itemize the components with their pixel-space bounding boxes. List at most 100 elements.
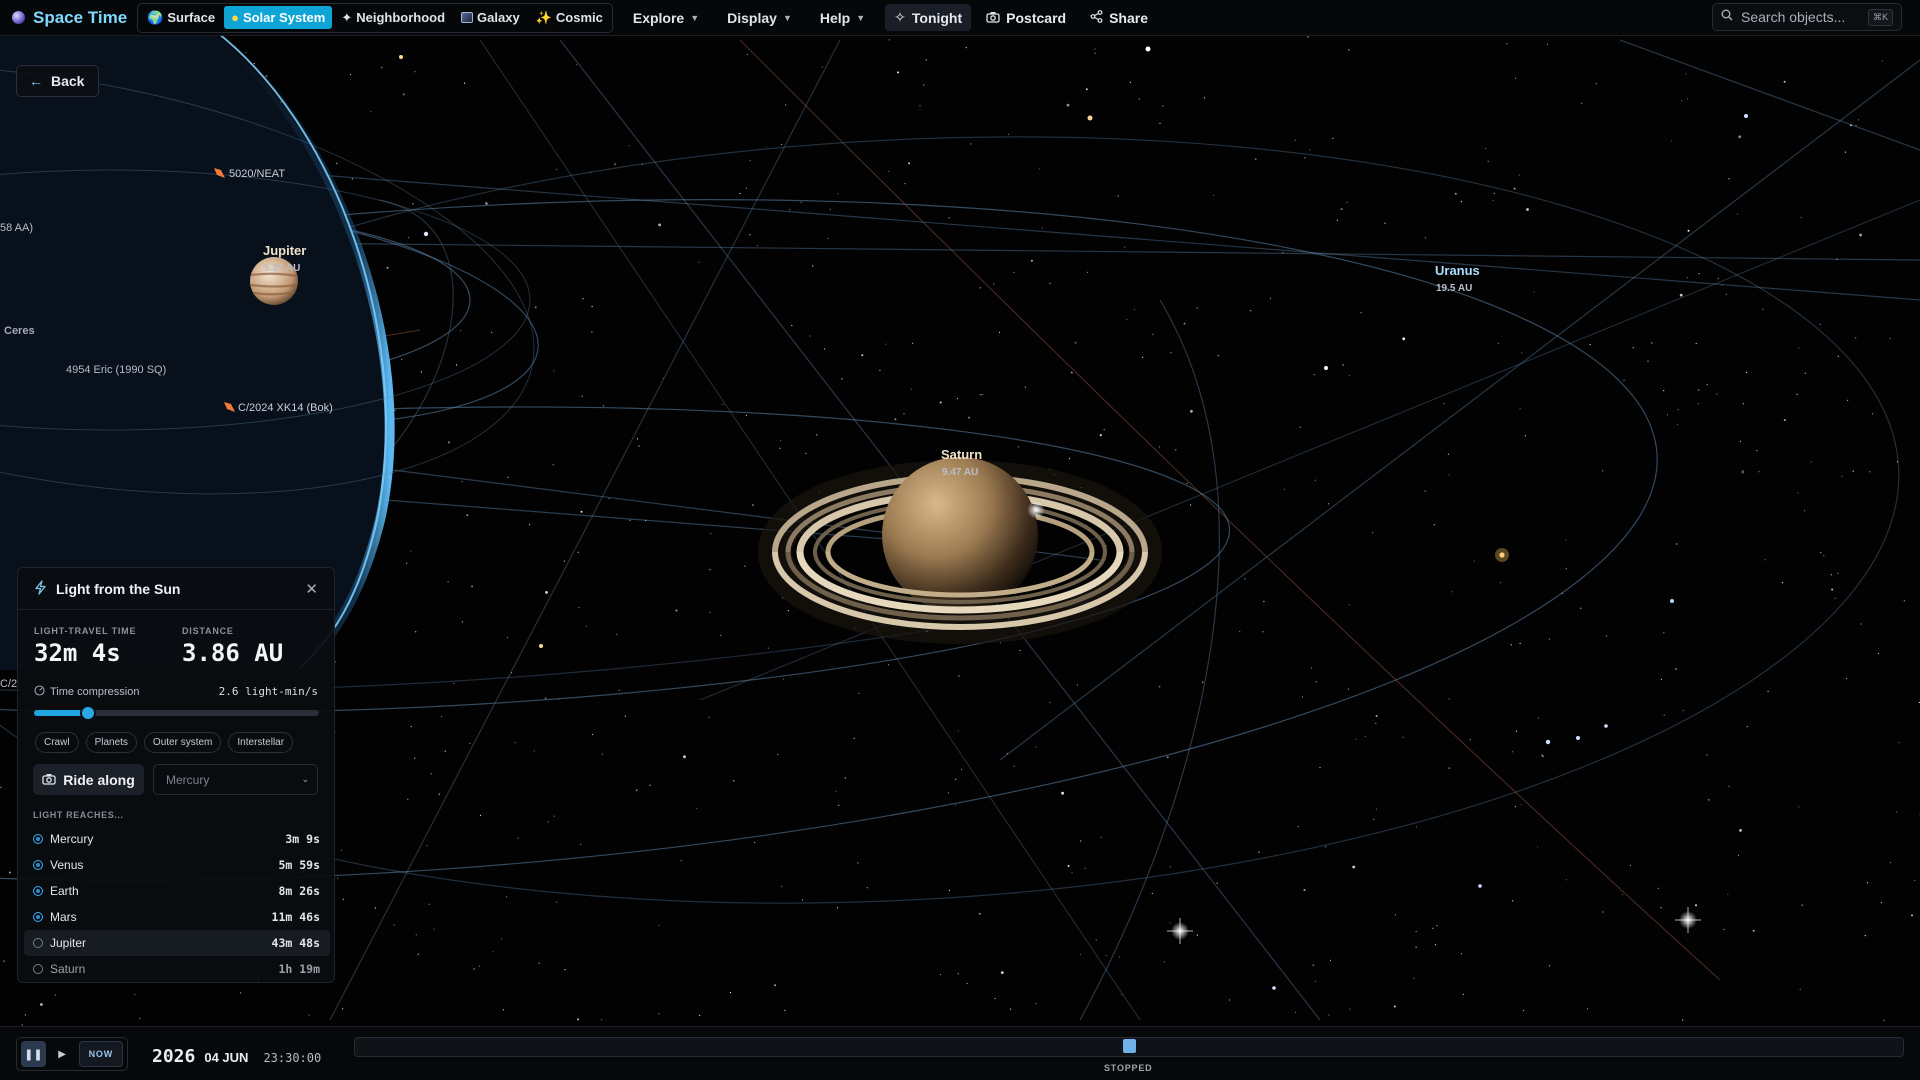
preset-outer-system[interactable]: Outer system [143, 732, 222, 753]
chevron-down-icon: ▼ [856, 12, 866, 23]
background-star [698, 261, 700, 263]
background-star [841, 378, 843, 380]
background-star [1677, 409, 1679, 411]
background-star [1352, 865, 1356, 869]
background-star [638, 445, 640, 447]
pause-button[interactable]: ❚❚ [21, 1041, 46, 1067]
saturn-label[interactable]: Saturn [941, 447, 982, 462]
preset-planets[interactable]: Planets [85, 732, 137, 753]
search-box[interactable]: ⌘K [1712, 3, 1902, 31]
background-star [386, 266, 389, 269]
background-star [908, 162, 911, 165]
tab-surface[interactable]: 🌍 Surface [140, 6, 222, 30]
background-star [1393, 1005, 1396, 1008]
background-star [506, 636, 509, 638]
tab-cosmic[interactable]: ✨ Cosmic [529, 6, 610, 30]
background-star [1698, 273, 1700, 275]
background-star [780, 440, 782, 442]
background-star [1896, 811, 1898, 813]
background-star [749, 234, 751, 236]
tonight-button[interactable]: ✧ Tonight [885, 4, 972, 31]
background-star [1682, 1019, 1684, 1021]
background-star [675, 609, 678, 612]
background-star [1798, 806, 1800, 808]
background-star [414, 757, 416, 759]
background-star [781, 143, 783, 145]
background-star [1520, 804, 1522, 806]
timeline-handle[interactable] [1123, 1039, 1136, 1053]
list-item[interactable]: Jupiter 43m 48s [24, 930, 330, 956]
background-star [342, 1008, 344, 1010]
jupiter-label[interactable]: Jupiter [263, 243, 306, 258]
background-star [1255, 158, 1257, 160]
background-star [1076, 684, 1079, 686]
background-star [1687, 229, 1690, 232]
list-item[interactable]: Saturn 1h 19m [24, 956, 330, 982]
background-star [1099, 434, 1102, 437]
close-icon[interactable]: ✕ [305, 580, 318, 598]
background-star [1810, 461, 1812, 463]
back-button[interactable]: ← Back [16, 65, 100, 97]
slider-handle[interactable] [80, 705, 97, 721]
help-menu[interactable]: Help ▼ [812, 6, 873, 30]
list-item[interactable]: Venus 5m 59s [24, 852, 330, 878]
background-star [821, 66, 823, 68]
background-star [968, 416, 971, 419]
background-star [577, 551, 579, 553]
uranus-label[interactable]: Uranus [1435, 263, 1480, 278]
background-star [1375, 722, 1377, 725]
explore-menu[interactable]: Explore ▼ [625, 6, 707, 30]
tab-neighborhood[interactable]: ✦ Neighborhood [334, 6, 452, 30]
background-star [746, 53, 748, 56]
comet-bok-label[interactable]: C/2024 XK14 (Bok) [238, 402, 333, 414]
ride-along-button[interactable]: Ride along [33, 764, 144, 795]
background-star [1651, 342, 1653, 344]
background-star [1283, 488, 1286, 490]
background-star [1159, 446, 1161, 448]
postcard-button[interactable]: Postcard [977, 5, 1075, 31]
background-star [1595, 83, 1597, 85]
background-star [0, 786, 2, 789]
saturn-planet [758, 457, 1162, 644]
background-star [308, 1014, 310, 1016]
display-menu[interactable]: Display ▼ [719, 6, 800, 30]
eric-asteroid-label[interactable]: 4954 Eric (1990 SQ) [66, 364, 166, 376]
pause-icon: ❚❚ [24, 1048, 43, 1061]
ride-target-select[interactable]: Mercury ⌄ [153, 764, 318, 795]
background-star [448, 441, 450, 444]
ceres-label[interactable]: Ceres [4, 325, 35, 337]
now-button[interactable]: NOW [78, 1041, 123, 1067]
background-star [601, 1019, 603, 1021]
play-button[interactable]: ▶ [52, 1041, 73, 1067]
background-star [1764, 559, 1766, 561]
background-star [767, 647, 769, 649]
status-dot-icon [33, 834, 43, 844]
background-star [1860, 623, 1862, 625]
current-date[interactable]: 2026 04 JUN 23:30:00 [152, 1046, 321, 1067]
preset-crawl[interactable]: Crawl [35, 732, 79, 753]
preset-interstellar[interactable]: Interstellar [228, 732, 294, 753]
tab-galaxy[interactable]: Galaxy [454, 6, 527, 29]
background-star [581, 395, 583, 397]
background-star [1402, 337, 1406, 341]
background-star [1698, 389, 1700, 391]
list-item[interactable]: Earth 8m 26s [24, 878, 330, 904]
app-brand[interactable]: Space Time [12, 8, 127, 28]
background-star [978, 912, 981, 915]
background-star [722, 403, 724, 406]
background-star [1049, 701, 1051, 704]
tab-solar-system[interactable]: ● Solar System [224, 6, 333, 29]
background-star [1269, 297, 1271, 299]
background-star [1602, 470, 1604, 472]
comet-neat-label[interactable]: 5020/NEAT [229, 168, 285, 180]
background-star [836, 907, 839, 909]
time-compression-slider[interactable] [34, 705, 319, 721]
list-item[interactable]: Mercury 3m 9s [24, 826, 330, 852]
background-star [1315, 681, 1317, 683]
list-item[interactable]: Mars 11m 46s [24, 904, 330, 930]
cut-off-label: 58 AA) [0, 222, 34, 234]
search-input[interactable] [1741, 9, 1860, 25]
background-star [824, 348, 826, 350]
background-star [1752, 929, 1755, 932]
share-button[interactable]: Share [1081, 5, 1157, 31]
